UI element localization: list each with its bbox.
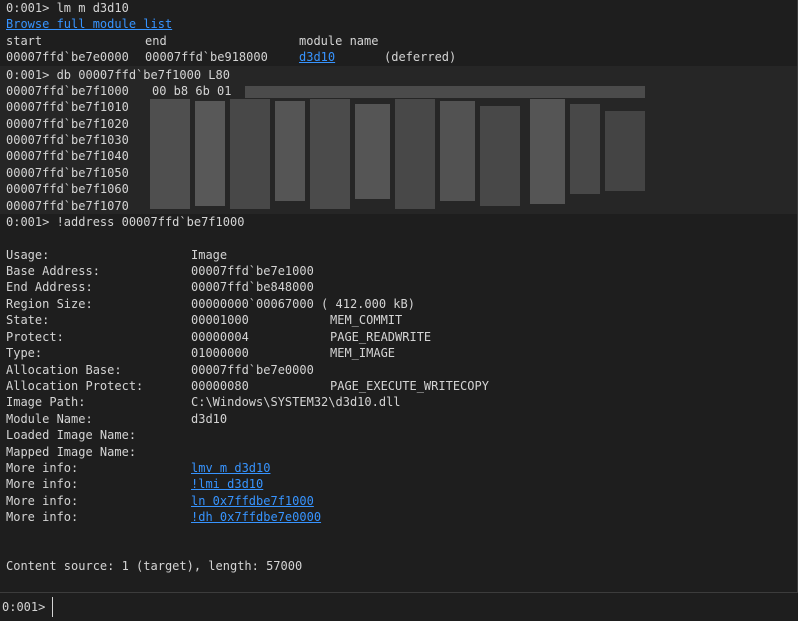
- command-bar: 0:001>: [0, 592, 798, 621]
- prop-value: d3d10: [191, 412, 228, 426]
- dump-row-address: 00007ffd`be7f1000: [6, 84, 129, 98]
- dump-row-address: 00007ffd`be7f1050: [6, 166, 129, 180]
- col-end-header: end: [145, 34, 167, 48]
- prop-value: 00007ffd`be7e0000: [191, 363, 314, 377]
- prop-label: Base Address:: [6, 264, 100, 278]
- more-info-link[interactable]: lmv m d3d10: [191, 460, 270, 476]
- prop-label: Usage:: [6, 248, 50, 262]
- prop-value: 00000000`00067000 ( 412.000 kB): [191, 297, 415, 311]
- prop-value: 01000000: [191, 346, 249, 360]
- module-name-link[interactable]: d3d10: [299, 49, 335, 65]
- content-source-line: Content source: 1 (target), length: 5700…: [6, 559, 303, 573]
- prop-label: Module Name:: [6, 412, 93, 426]
- more-info-link[interactable]: !lmi d3d10: [191, 476, 263, 492]
- prop-flag: MEM_IMAGE: [330, 346, 396, 360]
- prop-label: Type:: [6, 346, 43, 360]
- col-module-header: module name: [299, 34, 379, 48]
- module-start: 00007ffd`be7e0000: [6, 50, 129, 64]
- prop-value: 00001000: [191, 313, 249, 327]
- prop-label: More info:: [6, 477, 79, 491]
- dump-row-bytes: 00 b8 6b 01: [152, 84, 232, 98]
- prop-label: Image Path:: [6, 395, 86, 409]
- more-info-link[interactable]: !dh 0x7ffdbe7e0000: [191, 509, 321, 525]
- prop-label: Region Size:: [6, 297, 93, 311]
- browse-module-list-link[interactable]: Browse full module list: [6, 16, 172, 32]
- prop-value: 00007ffd`be848000: [191, 280, 314, 294]
- dump-row-address: 00007ffd`be7f1020: [6, 117, 129, 131]
- prop-label: Loaded Image Name:: [6, 428, 137, 442]
- dump-row-address: 00007ffd`be7f1070: [6, 199, 129, 213]
- prop-label: Allocation Base:: [6, 363, 122, 377]
- prop-value: 00000004: [191, 330, 249, 344]
- db-command-line: 0:001> db 00007ffd`be7f1000 L80: [6, 68, 230, 82]
- prop-label: More info:: [6, 461, 79, 475]
- address-command-line: 0:001> !address 00007ffd`be7f1000: [6, 215, 245, 229]
- prop-label: More info:: [6, 494, 79, 508]
- command-input[interactable]: [52, 597, 798, 617]
- prop-value: Image: [191, 248, 228, 262]
- more-info-link[interactable]: ln 0x7ffdbe7f1000: [191, 493, 314, 509]
- col-start-header: start: [6, 34, 43, 48]
- prop-label: End Address:: [6, 280, 93, 294]
- lm-command-line: 0:001> lm m d3d10: [6, 1, 129, 15]
- command-output: 0:001> lm m d3d10 Browse full module lis…: [0, 0, 798, 592]
- prop-value: 00007ffd`be7e1000: [191, 264, 314, 278]
- prompt-label: 0:001>: [2, 600, 46, 614]
- prop-flag: PAGE_READWRITE: [330, 330, 432, 344]
- module-end: 00007ffd`be918000: [145, 50, 268, 64]
- dump-row-address: 00007ffd`be7f1010: [6, 100, 129, 114]
- prop-label: Protect:: [6, 330, 64, 344]
- dump-row-address: 00007ffd`be7f1040: [6, 149, 129, 163]
- prop-flag: MEM_COMMIT: [330, 313, 403, 327]
- prop-value: C:\Windows\SYSTEM32\d3d10.dll: [191, 395, 401, 409]
- dump-row-address: 00007ffd`be7f1030: [6, 133, 129, 147]
- prop-label: Allocation Protect:: [6, 379, 144, 393]
- prop-label: State:: [6, 313, 50, 327]
- prop-value: 00000080: [191, 379, 249, 393]
- module-status: (deferred): [384, 50, 457, 64]
- dump-row-address: 00007ffd`be7f1060: [6, 182, 129, 196]
- prop-label: More info:: [6, 510, 79, 524]
- prop-flag: PAGE_EXECUTE_WRITECOPY: [330, 379, 489, 393]
- prop-label: Mapped Image Name:: [6, 445, 137, 459]
